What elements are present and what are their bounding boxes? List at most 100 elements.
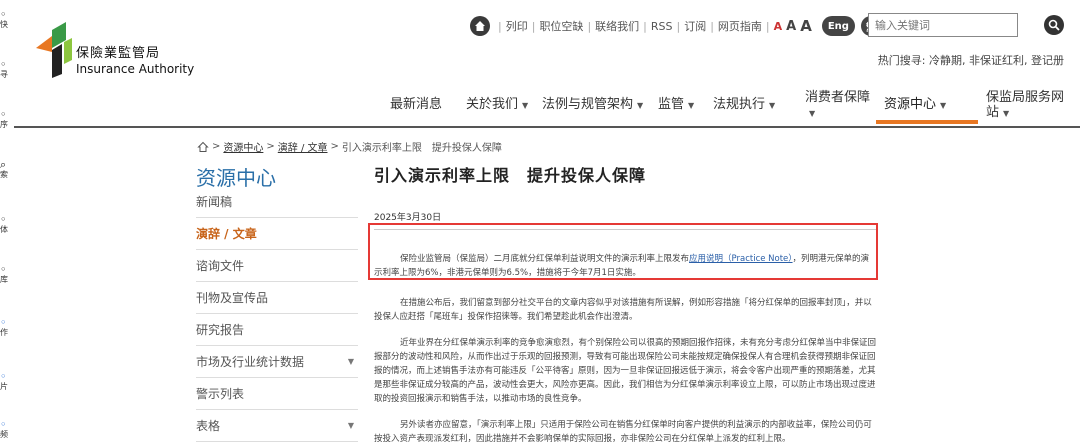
search-input[interactable] xyxy=(868,13,1018,37)
print-link[interactable]: 列印 xyxy=(506,18,528,34)
left-item-2[interactable]: ◦ 寻 xyxy=(0,58,14,80)
left-item-4[interactable]: ⌕ 索 xyxy=(0,158,14,180)
left-label: 序 xyxy=(0,120,8,129)
nav-resources[interactable]: 资源中心 ▼ xyxy=(884,97,946,113)
left-item-6[interactable]: ◦ 库 xyxy=(0,264,14,285)
rss-link[interactable]: RSS xyxy=(651,20,673,33)
left-label: 索 xyxy=(0,170,8,179)
sidebar-item-press-releases[interactable]: 新闻稿 xyxy=(196,186,358,218)
nav-label: 法规执行 xyxy=(713,97,766,112)
breadcrumb-speeches[interactable]: 演辞 / 文章 xyxy=(278,139,328,154)
sliver-icon: ◦ xyxy=(0,316,7,329)
nav-label: 资源中心 xyxy=(884,97,937,112)
left-item-9[interactable]: ◦ 频 xyxy=(0,418,14,440)
sidebar-item-label: 刊物及宣传品 xyxy=(196,291,269,305)
ia-logo-mark-icon xyxy=(36,22,72,78)
search-icon xyxy=(1048,19,1060,31)
sidebar-item-alerts[interactable]: 警示列表 xyxy=(196,378,358,410)
nav-enforcement[interactable]: 法规执行 ▼ xyxy=(713,97,775,113)
left-item-7[interactable]: ◦ 作 xyxy=(0,316,14,338)
nav-about[interactable]: 关於我们 ▼ xyxy=(466,97,528,113)
logo-english: Insurance Authority xyxy=(76,62,195,76)
sidebar-item-label: 研究报告 xyxy=(196,323,245,337)
careers-link[interactable]: 职位空缺 xyxy=(539,18,583,34)
sliver-icon: ◦ xyxy=(0,370,7,383)
sidebar-item-research[interactable]: 研究报告 xyxy=(196,314,358,346)
sidebar-item-label: 演辞 / 文章 xyxy=(196,227,257,241)
left-label: 片 xyxy=(0,382,8,391)
ia-logo[interactable]: 保險業監管局 Insurance Authority xyxy=(30,18,200,78)
left-item-3[interactable]: ◦ 序 xyxy=(0,108,14,130)
font-size-small[interactable]: A xyxy=(774,20,783,33)
caret-down-icon: ▼ xyxy=(940,101,947,110)
nav-active-indicator xyxy=(876,120,978,124)
nav-label: 监管 xyxy=(658,97,685,112)
caret-down-icon: ▼ xyxy=(522,101,529,110)
left-label: 库 xyxy=(0,275,8,284)
sliver-icon: ◦ xyxy=(0,8,7,21)
lang-eng-button[interactable]: Eng xyxy=(821,16,855,36)
utility-bar: | 列印 | 职位空缺 | 联络我们 | RSS | 订阅 | 网页指南 | A… xyxy=(470,14,881,38)
left-label: 寻 xyxy=(0,70,8,79)
breadcrumb-resources[interactable]: 资源中心 xyxy=(223,139,263,154)
sidebar-item-label: 新闻稿 xyxy=(196,195,233,209)
left-sidebar-fragment: ◦ 快 ◦ 寻 ◦ 序 ⌕ 索 ◦ 体 ◦ 库 ◦ 作 ◦ 片 ◦ 频 xyxy=(0,0,14,447)
sidebar-item-label: 市场及行业统计数据 xyxy=(196,355,305,369)
font-size-medium[interactable]: A xyxy=(786,19,796,34)
left-label: 频 xyxy=(0,430,8,439)
article: 引入演示利率上限 提升投保人保障 2025年3月30日 保险业监管局（保监局）二… xyxy=(374,162,876,446)
left-label: 快 xyxy=(0,20,8,29)
caret-down-icon: ▼ xyxy=(637,101,644,110)
nav-label: 最新消息 xyxy=(390,97,443,112)
highlight-box xyxy=(368,223,878,280)
breadcrumb: > 资源中心 > 演辞 / 文章 > 引入演示利率上限 提升投保人保障 xyxy=(197,139,502,154)
home-icon[interactable] xyxy=(470,16,490,36)
nav-label: 法例与规管架构 xyxy=(542,97,634,112)
nav-consumer[interactable]: 消费者保障 ▼ xyxy=(805,90,875,121)
caret-down-icon: ▼ xyxy=(347,357,354,366)
sidebar-item-label: 警示列表 xyxy=(196,387,245,401)
sidebar-item-publications[interactable]: 刊物及宣传品 xyxy=(196,282,358,314)
left-item-8[interactable]: ◦ 片 xyxy=(0,370,14,392)
font-size-large[interactable]: A xyxy=(800,17,812,35)
nav-news[interactable]: 最新消息 xyxy=(390,97,442,112)
breadcrumb-current: 引入演示利率上限 提升投保人保障 xyxy=(341,143,502,154)
caret-down-icon: ▼ xyxy=(688,101,695,110)
caret-down-icon: ▼ xyxy=(769,101,776,110)
left-label: 作 xyxy=(0,328,8,337)
sidebar-item-statistics[interactable]: 市场及行业统计数据 ▼ xyxy=(196,346,358,378)
article-date: 2025年3月30日 xyxy=(374,213,442,223)
search-button[interactable] xyxy=(1044,15,1064,35)
sliver-icon: ◦ xyxy=(0,58,7,71)
header-divider xyxy=(14,126,1080,128)
article-paragraph-3: 近年业界在分红保单演示利率的竞争愈演愈烈，有个别保险公司以很高的预期回报作招徕，… xyxy=(374,338,877,404)
home-icon[interactable] xyxy=(197,141,209,153)
article-title: 引入演示利率上限 提升投保人保障 xyxy=(374,166,647,185)
nav-legislation[interactable]: 法例与规管架构 ▼ xyxy=(542,97,643,113)
nav-supervision[interactable]: 监管 ▼ xyxy=(658,97,694,113)
logo-chinese: 保險業監管局 xyxy=(76,46,161,61)
nav-label: 关於我们 xyxy=(466,97,519,112)
sliver-icon: ◦ xyxy=(0,108,7,121)
sidebar-item-label: 谘询文件 xyxy=(196,259,245,273)
sliver-icon: ◦ xyxy=(0,213,7,226)
hot-search[interactable]: 热门搜寻: 冷静期, 非保证红利, 登记册 xyxy=(878,52,1064,68)
subscribe-link[interactable]: 订阅 xyxy=(684,18,706,34)
sidebar-item-forms[interactable]: 表格 ▼ xyxy=(196,410,358,442)
sidebar-list: 新闻稿 演辞 / 文章 谘询文件 刊物及宣传品 研究报告 市场及行业统计数据 ▼ … xyxy=(196,186,358,442)
article-paragraph-2: 在措施公布后，我们留意到部分社交平台的文章内容似乎对该措施有所误解，例如形容措施… xyxy=(374,298,872,322)
sidebar-item-consultations[interactable]: 谘询文件 xyxy=(196,250,358,282)
web-guide-link[interactable]: 网页指南 xyxy=(718,18,762,34)
left-label: 体 xyxy=(0,225,8,234)
sidebar-item-speeches[interactable]: 演辞 / 文章 xyxy=(196,218,358,250)
search-icon: ⌕ xyxy=(0,158,7,171)
article-paragraph-4: 另外读者亦应留意，「演示利率上限」只适用于保险公司在销售分红保单时向客户提供的利… xyxy=(374,420,872,444)
left-item-5[interactable]: ◦ 体 xyxy=(0,213,14,235)
nav-label: 消费者保障 xyxy=(805,90,871,105)
contact-link[interactable]: 联络我们 xyxy=(595,18,639,34)
caret-down-icon: ▼ xyxy=(1003,109,1010,118)
sliver-icon: ◦ xyxy=(0,418,7,431)
nav-ia-services[interactable]: 保监局服务网站 ▼ xyxy=(986,90,1076,121)
left-item-1[interactable]: ◦ 快 xyxy=(0,8,14,30)
sidebar-item-label: 表格 xyxy=(196,419,221,433)
